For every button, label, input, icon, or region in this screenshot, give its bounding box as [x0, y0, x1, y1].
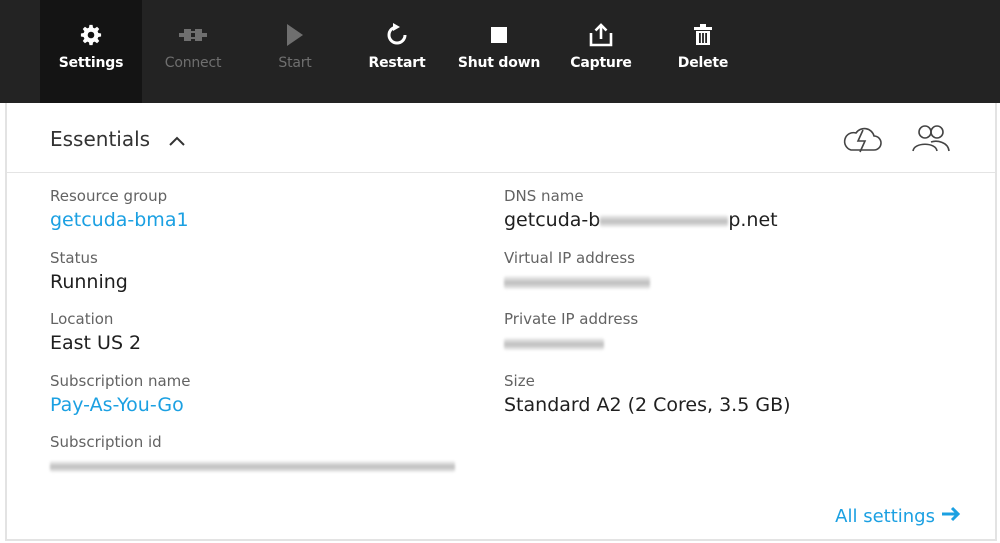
- settings-label: Settings: [58, 55, 124, 71]
- virtual-ip-property: Virtual IP address: [504, 248, 964, 310]
- resource-group-property: Resource group getcuda-bma1: [50, 186, 470, 248]
- start-label: Start: [278, 55, 312, 71]
- status-label: Status: [50, 248, 98, 267]
- subscription-id-label: Subscription id: [50, 433, 162, 451]
- subscription-id-value: [50, 454, 470, 479]
- redacted-blur: [50, 461, 455, 472]
- redacted-blur: [600, 214, 729, 227]
- status-property: Status Running: [50, 248, 470, 310]
- capture-label: Capture: [570, 55, 632, 71]
- all-settings-label: All settings: [835, 506, 935, 527]
- restart-label: Restart: [368, 55, 426, 71]
- subscription-name-link[interactable]: Pay-As-You-Go: [50, 393, 470, 418]
- essentials-header: Essentials: [7, 103, 995, 173]
- dns-name-label: DNS name: [504, 187, 584, 205]
- essentials-right-column: DNS name getcuda-b p.net Virtual IP addre…: [504, 186, 964, 432]
- delete-label: Delete: [677, 55, 729, 71]
- location-property: Location East US 2: [50, 309, 470, 371]
- resource-group-link[interactable]: getcuda-bma1: [50, 208, 470, 233]
- size-property: Size Standard A2 (2 Cores, 3.5 GB): [504, 371, 964, 433]
- status-value: Running: [50, 270, 128, 293]
- capture-button[interactable]: Capture: [550, 0, 652, 103]
- connect-button[interactable]: Connect: [142, 0, 244, 103]
- location-label: Location: [50, 310, 114, 328]
- redacted-blur: [504, 337, 604, 350]
- gear-icon: [40, 22, 142, 48]
- shut-down-label: Shut down: [457, 55, 541, 71]
- dns-name-suffix: p.net: [728, 209, 778, 231]
- dns-name-property: DNS name getcuda-b p.net: [504, 186, 964, 248]
- virtual-ip-label: Virtual IP address: [504, 248, 635, 267]
- command-bar: Settings Connect Start Restart Shut down…: [0, 0, 1000, 103]
- users-icon[interactable]: [910, 121, 954, 159]
- restart-icon: [346, 22, 448, 48]
- trash-icon: [652, 22, 754, 48]
- size-value: Standard A2 (2 Cores, 3.5 GB): [504, 393, 791, 416]
- redacted-blur: [504, 275, 650, 289]
- dns-name-prefix: getcuda-b: [504, 209, 601, 231]
- all-settings-link[interactable]: All settings: [835, 506, 961, 527]
- cloud-lightning-icon[interactable]: [839, 121, 885, 159]
- connect-label: Connect: [164, 55, 222, 71]
- shut-down-button[interactable]: Shut down: [448, 0, 550, 103]
- private-ip-label: Private IP address: [504, 310, 639, 328]
- subscription-name-property: Subscription name Pay-As-You-Go: [50, 371, 470, 433]
- essentials-title: Essentials: [50, 127, 151, 151]
- private-ip-property: Private IP address: [504, 309, 964, 371]
- capture-icon: [550, 22, 652, 48]
- restart-button[interactable]: Restart: [346, 0, 448, 103]
- subscription-name-label: Subscription name: [50, 371, 191, 390]
- delete-button[interactable]: Delete: [652, 0, 754, 103]
- size-label: Size: [504, 371, 535, 390]
- chevron-up-icon[interactable]: [169, 131, 185, 150]
- arrow-right-icon: [941, 506, 961, 527]
- private-ip-value: [504, 331, 964, 356]
- subscription-id-property: Subscription id: [50, 432, 470, 494]
- start-button[interactable]: Start: [244, 0, 346, 103]
- stop-icon: [448, 22, 550, 48]
- dns-name-value: getcuda-b p.net: [504, 208, 964, 233]
- essentials-panel: Essentials Resource group getcuda-bma1 S…: [5, 103, 997, 541]
- play-icon: [244, 22, 346, 48]
- virtual-ip-value: [504, 270, 964, 295]
- settings-button[interactable]: Settings: [40, 0, 142, 103]
- plug-icon: [142, 22, 244, 48]
- location-value: East US 2: [50, 332, 142, 354]
- resource-group-label: Resource group: [50, 187, 168, 205]
- essentials-left-column: Resource group getcuda-bma1 Status Runni…: [50, 186, 470, 494]
